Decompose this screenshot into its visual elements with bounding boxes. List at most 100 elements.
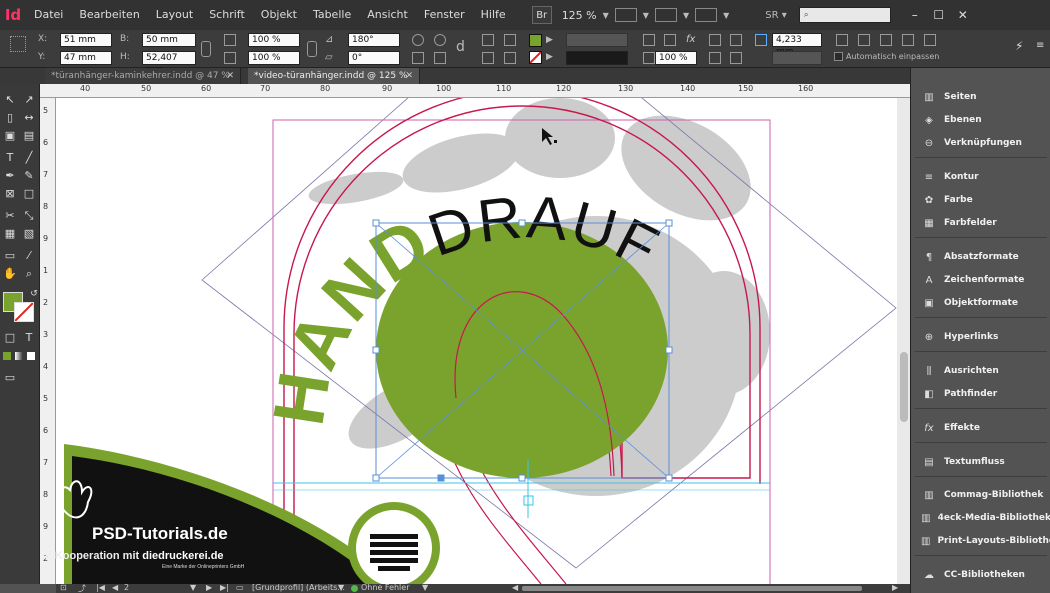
panel-absatzformate[interactable]: ¶ Absatzformate [911,247,1050,267]
bridge-button[interactable]: Br [531,6,552,24]
select-container-icon[interactable] [482,34,494,46]
text-wrap-none-icon[interactable] [709,34,721,46]
page-tool-icon[interactable]: ▯ [2,110,18,126]
menu-fenster[interactable]: Fenster [416,0,473,30]
formatting-container-icon[interactable]: □ [2,330,18,346]
arrange-documents-icon[interactable] [695,8,718,22]
stroke-swatch[interactable] [14,302,34,322]
zoom-level[interactable]: 125 % [556,9,603,22]
menu-datei[interactable]: Datei [26,0,71,30]
chevron-down-icon[interactable]: ▼ [643,11,649,20]
panel-ebenen[interactable]: ◈ Ebenen [911,110,1050,130]
stroke-type-dropdown[interactable] [566,51,628,65]
help-search-input[interactable]: ⌕ [798,7,891,23]
pen-tool-icon[interactable]: ✒ [2,168,18,184]
gradient-swatch-tool-icon[interactable]: ▦ [2,226,18,242]
selection-tool-icon[interactable]: ↖ [2,92,18,108]
first-page-icon[interactable]: |◀ [96,583,105,592]
x-position-field[interactable]: 51 mm [60,33,112,47]
panel-objektformate[interactable]: ▣ Objektformate [911,293,1050,313]
view-options-icon[interactable] [614,8,637,22]
stroke-style-icon[interactable] [643,34,655,46]
page-number-field[interactable]: 2 [124,583,129,592]
tab-tueranhaenger-kaminkehrer[interactable]: *türanhänger-kaminkehrer.indd @ 47 % ✕ [45,68,241,84]
panel-ausrichten[interactable]: ⫼ Ausrichten [911,361,1050,381]
next-page-icon[interactable]: ▶ [206,583,212,592]
menu-bearbeiten[interactable]: Bearbeiten [71,0,147,30]
panel-pathfinder[interactable]: ◧ Pathfinder [911,384,1050,404]
close-button[interactable]: ✕ [951,5,975,25]
close-icon[interactable]: ✕ [226,68,234,84]
panel-seiten[interactable]: ▥ Seiten [911,87,1050,107]
fit-content-proportionally-icon[interactable] [924,34,936,46]
gap-tool-icon[interactable]: ↔ [21,110,37,126]
panel-hyperlinks[interactable]: ⊕ Hyperlinks [911,327,1050,347]
panel-zeichenformate[interactable]: A Zeichenformate [911,270,1050,290]
rectangle-tool-icon[interactable]: □ [21,186,37,202]
scroll-left-icon[interactable]: ◀ [512,583,518,592]
zoom-tool-icon[interactable]: ⌕ [21,266,37,282]
fit-content-frame-icon[interactable] [836,34,848,46]
screen-mode-icon[interactable]: ▭ [2,370,18,386]
type-tool-icon[interactable]: T [2,150,18,166]
panel-menu-icon[interactable]: ≡ [1036,40,1048,52]
note-tool-icon[interactable]: ▭ [2,248,18,264]
menu-tabelle[interactable]: Tabelle [305,0,359,30]
formatting-text-icon[interactable]: T [21,330,37,346]
constrain-proportions-icon[interactable] [201,41,211,57]
maximize-button[interactable]: ☐ [927,5,951,25]
panel-cc-bibliotheken[interactable]: ☁ CC-Bibliotheken [911,565,1050,585]
flip-horizontal-icon[interactable] [412,52,424,64]
preflight-profile[interactable]: [Grundprofil] (Arbeits... [252,583,345,592]
apply-none-icon[interactable] [27,352,35,360]
stroke-type-field[interactable] [772,51,822,65]
status-page-icon[interactable]: ▭ [236,583,244,592]
panel-kontur[interactable]: ≡ Kontur [911,167,1050,187]
menu-ansicht[interactable]: Ansicht [359,0,416,30]
profile-dropdown-icon[interactable]: ▼ [338,583,344,592]
y-position-field[interactable]: 47 mm [60,51,112,65]
scroll-right-icon[interactable]: ▶ [892,583,898,592]
fit-frame-content-icon[interactable] [858,34,870,46]
height-field[interactable]: 52,407 mm [142,51,196,75]
hand-tool-icon[interactable]: ✋ [2,266,18,282]
eyedropper-tool-icon[interactable]: ⁄ [21,248,37,264]
free-transform-tool-icon[interactable]: ⤡ [21,208,37,224]
constrain-scale-icon[interactable] [307,41,317,57]
minimize-button[interactable]: – [903,5,927,25]
preflight-dropdown-icon[interactable]: ▼ [422,583,428,592]
panel-farbe[interactable]: ✿ Farbe [911,190,1050,210]
status-open-icon[interactable]: ⤴ [78,583,86,593]
status-zoom-icon[interactable]: ⊡ [60,583,67,592]
tab-video-tueranhaenger[interactable]: *video-türanhänger.indd @ 125 % ✕ [248,68,420,84]
stroke-weight-field[interactable]: 4,233 mm [772,33,822,57]
center-content-icon[interactable] [880,34,892,46]
line-tool-icon[interactable]: ╱ [21,150,37,166]
drop-shadow-icon[interactable] [643,52,655,64]
select-next-icon[interactable] [504,52,516,64]
pasteboard[interactable] [897,98,910,584]
panel-farbfelder[interactable]: ▦ Farbfelder [911,213,1050,233]
fill-frame-proportionally-icon[interactable] [902,34,914,46]
panel-print-layouts-bibliothek[interactable]: ▥ Print-Layouts-Bibliothek [911,531,1050,551]
panel-verknuepfungen[interactable]: ⊖ Verknüpfungen [911,133,1050,153]
document-canvas[interactable]: HANDDRAUF [56,98,897,584]
horizontal-scrollbar-thumb[interactable] [522,586,862,591]
rotate-90-ccw-icon[interactable] [434,34,446,46]
apply-gradient-icon[interactable] [15,352,23,360]
text-wrap-bbox-icon[interactable] [730,34,742,46]
stroke-none-swatch[interactable] [529,51,542,64]
rotate-90-cw-icon[interactable] [412,34,424,46]
width-field[interactable]: 50 mm [142,33,196,47]
pencil-tool-icon[interactable]: ✎ [21,168,37,184]
text-wrap-jump-icon[interactable] [730,52,742,64]
zoom-dropdown-icon[interactable]: ▼ [603,11,609,20]
direct-selection-tool-icon[interactable]: ↗ [21,92,37,108]
stroke-weight-dropdown[interactable] [566,33,628,47]
auto-fit-checkbox[interactable] [834,52,843,61]
gradient-feather-tool-icon[interactable]: ▧ [21,226,37,242]
menu-hilfe[interactable]: Hilfe [473,0,514,30]
panel-commag-bibliothek[interactable]: ▥ Commag-Bibliothek [911,485,1050,505]
chevron-down-icon[interactable]: ▼ [723,11,729,20]
screen-mode-icon[interactable] [654,8,677,22]
